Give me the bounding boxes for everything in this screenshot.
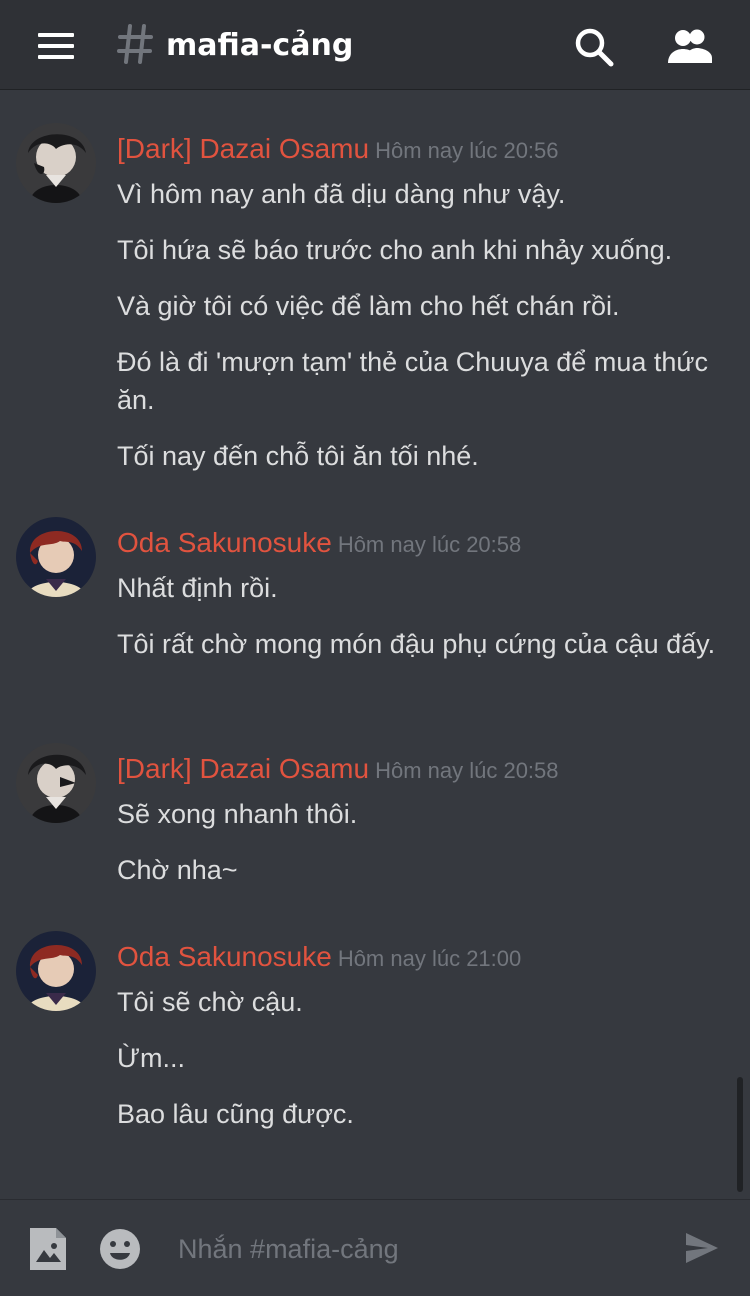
timestamp: Hôm nay lúc 20:56: [375, 138, 559, 163]
message-text: Tôi sẽ chờ cậu.: [117, 987, 303, 1017]
timestamp: Hôm nay lúc 20:58: [337, 532, 522, 557]
author-name[interactable]: [Dark] Dazai Osamu: [117, 753, 369, 784]
author-name[interactable]: Oda Sakunosuke: [117, 527, 332, 558]
message-text: Sẽ xong nhanh thôi.: [117, 799, 358, 829]
message-composer: [0, 1199, 750, 1296]
channel-header: mafia-cảng: [0, 0, 750, 90]
timestamp: Hôm nay lúc 20:58: [375, 758, 559, 783]
channel-title: mafia-cảng: [166, 28, 354, 63]
emoji-icon[interactable]: [98, 1227, 142, 1271]
timestamp: Hôm nay lúc 21:00: [337, 946, 522, 971]
message-text: Đó là đi 'mượn tạm' thẻ của Chuuya để mu…: [117, 347, 708, 415]
author-name[interactable]: [Dark] Dazai Osamu: [117, 133, 369, 164]
send-icon[interactable]: [684, 1231, 720, 1265]
hamburger-menu-icon[interactable]: [38, 33, 74, 59]
avatar[interactable]: [16, 931, 96, 1011]
message-text: Vì hôm nay anh đã dịu dàng như vậy.: [117, 179, 566, 209]
avatar[interactable]: [16, 123, 96, 203]
author-name[interactable]: Oda Sakunosuke: [117, 941, 332, 972]
message-text: Bao lâu cũng được.: [117, 1099, 354, 1129]
avatar[interactable]: [16, 517, 96, 597]
message-input[interactable]: [170, 1224, 666, 1274]
message-text: Tôi hứa sẽ báo trước cho anh khi nhảy xu…: [117, 235, 673, 265]
message-text: Nhất định rồi.: [117, 573, 278, 603]
message-text: Tối nay đến chỗ tôi ăn tối nhé.: [117, 441, 479, 471]
avatar[interactable]: [16, 743, 96, 823]
hash-icon: [117, 24, 153, 64]
search-icon[interactable]: [573, 26, 615, 68]
scrollbar[interactable]: [737, 1077, 743, 1192]
message-text: Chờ nha~: [117, 855, 238, 885]
members-icon[interactable]: [666, 28, 714, 64]
message-text: Tôi rất chờ mong món đậu phụ cứng của cậ…: [117, 629, 716, 659]
image-upload-icon[interactable]: [28, 1226, 68, 1272]
message-list[interactable]: [Dark] Dazai Osamu Hôm nay lúc 20:56 Vì h…: [0, 90, 750, 1199]
message-text: Và giờ tôi có việc để làm cho hết chán r…: [117, 291, 620, 321]
message-text: Ừm...: [117, 1043, 186, 1073]
